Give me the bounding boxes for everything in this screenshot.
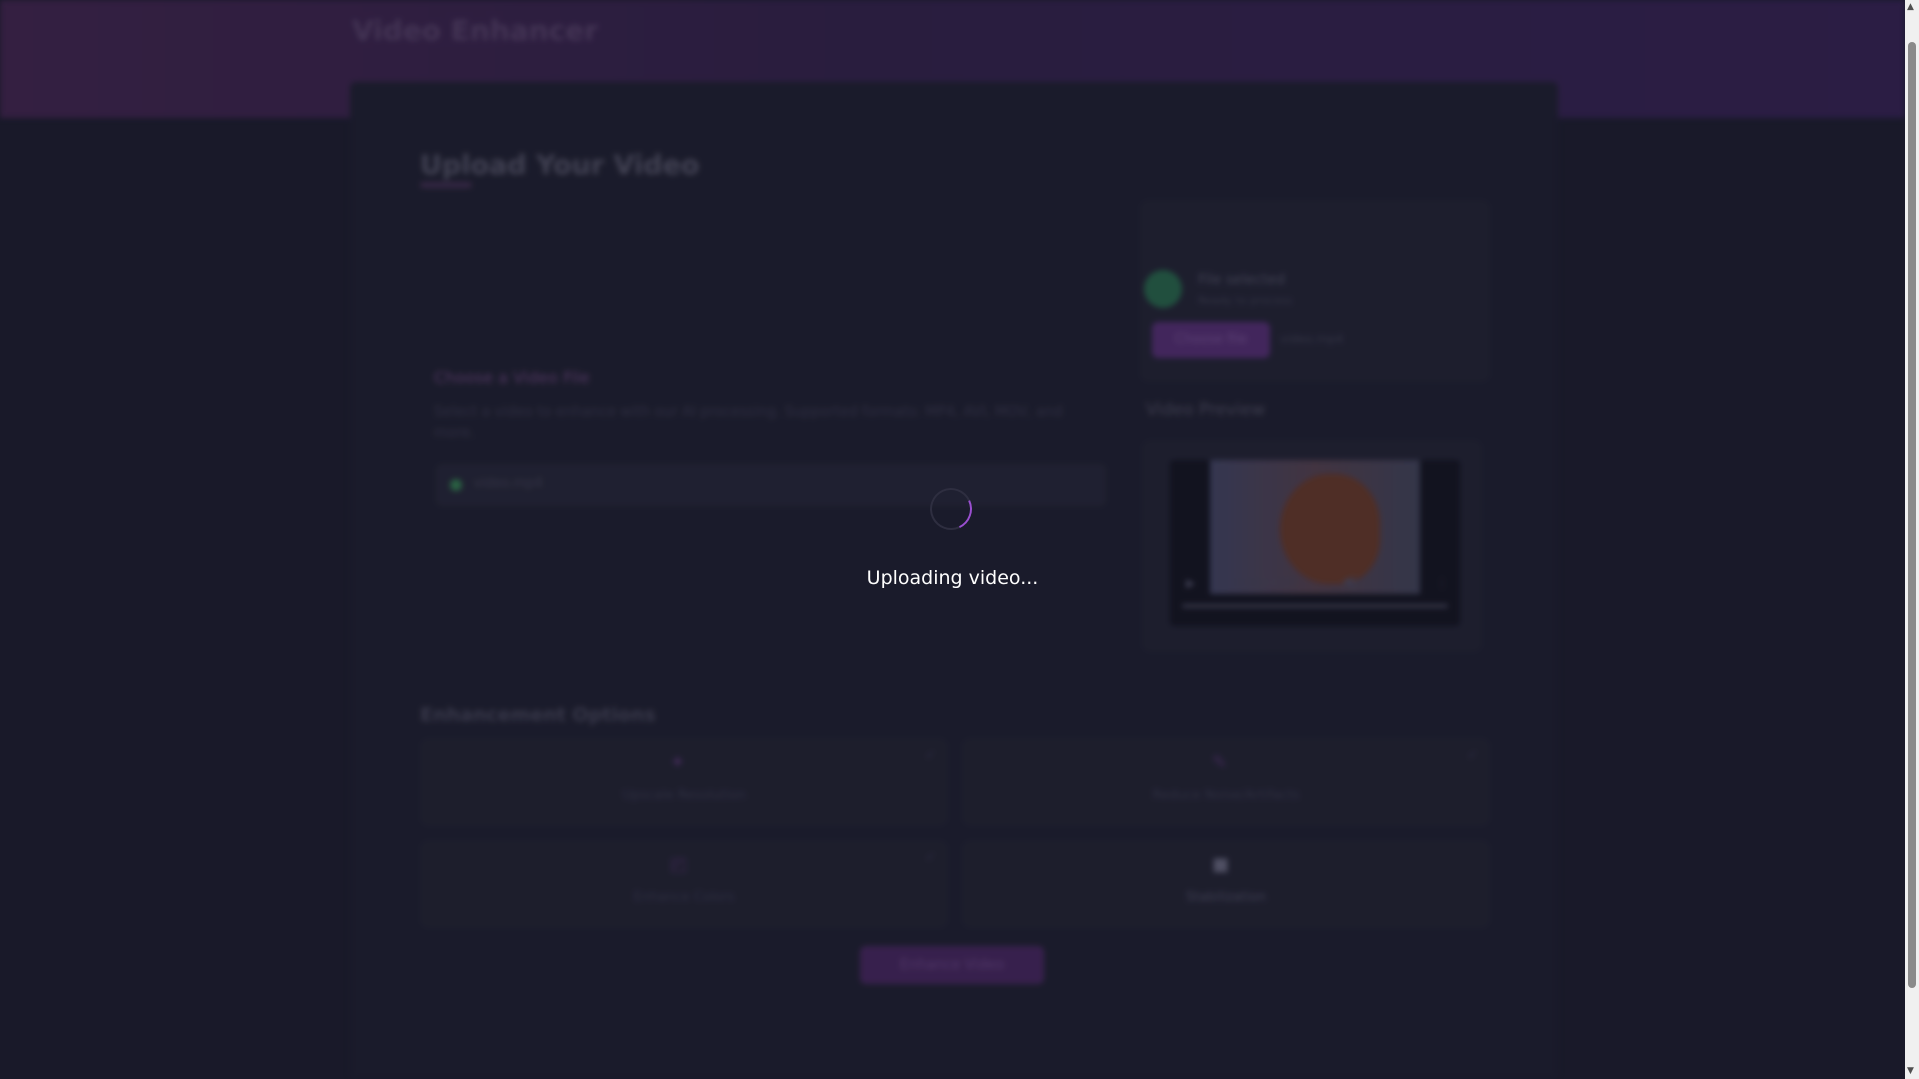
scrollbar[interactable]: ▲ ▼ <box>1905 0 1919 1079</box>
loading-overlay: Uploading video... <box>0 0 1905 1079</box>
scroll-up-icon[interactable]: ▲ <box>1907 2 1914 12</box>
loading-spinner-icon <box>924 482 978 536</box>
loading-message: Uploading video... <box>866 567 1039 589</box>
scroll-down-icon[interactable]: ▼ <box>1907 1066 1914 1076</box>
scrollbar-thumb[interactable] <box>1908 42 1916 988</box>
